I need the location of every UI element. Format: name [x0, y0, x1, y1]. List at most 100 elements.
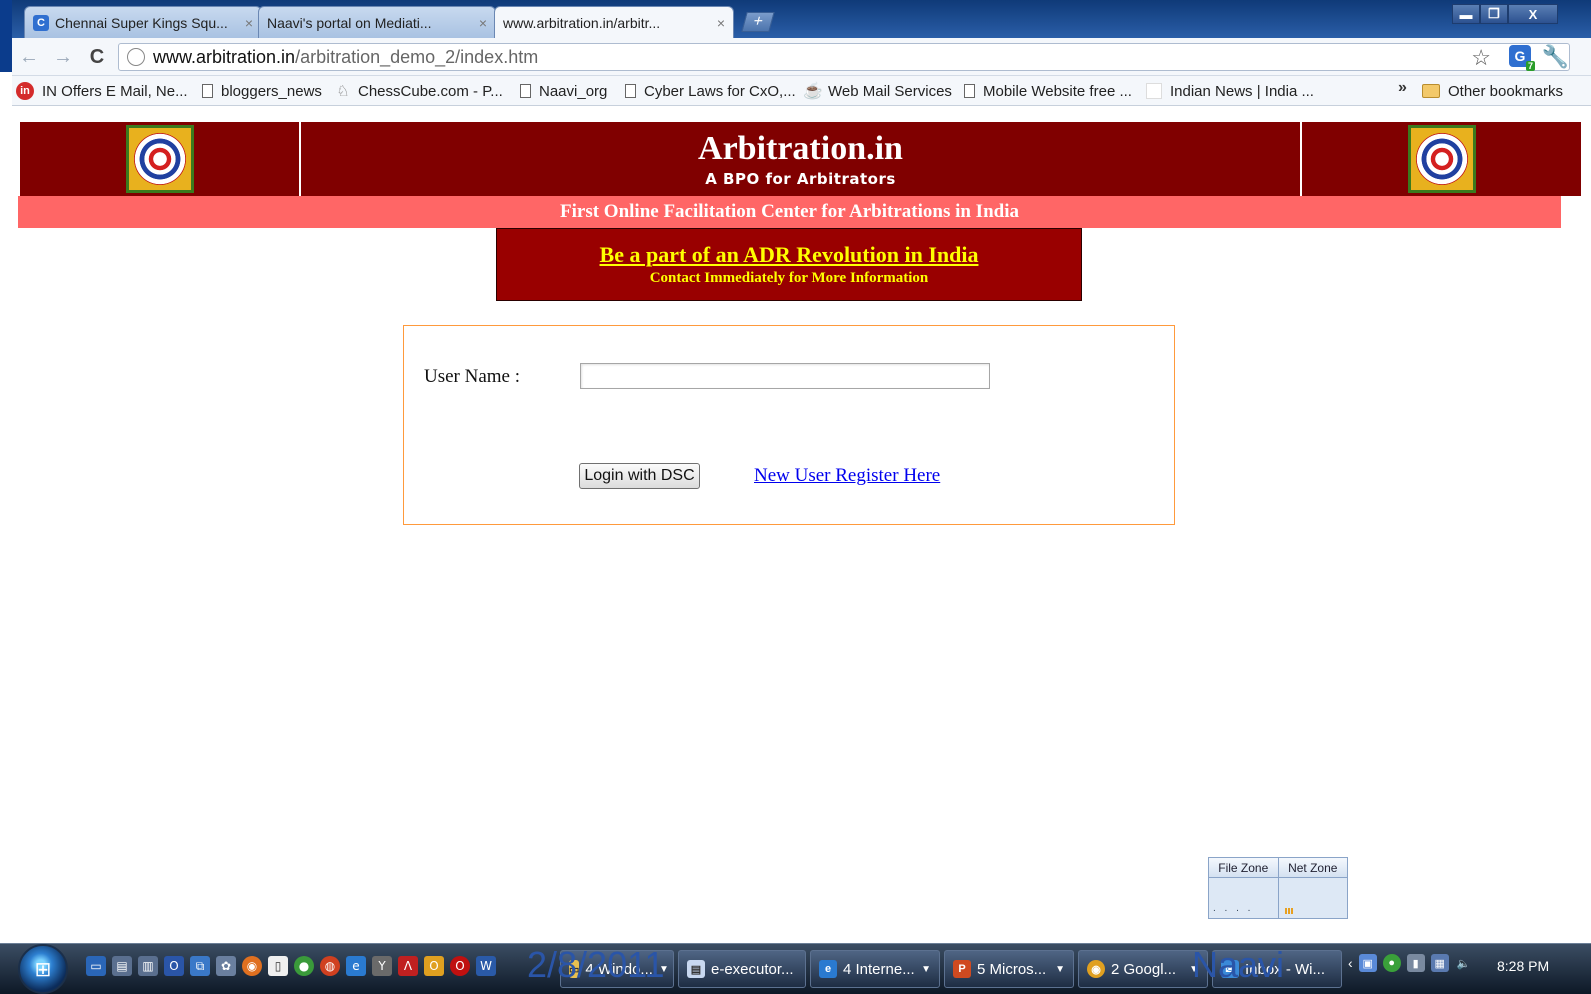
- doc-icon: [202, 84, 213, 98]
- taskbar-clock[interactable]: 8:28 PM: [1497, 958, 1549, 974]
- username-input[interactable]: [580, 363, 990, 389]
- tray-expand-icon[interactable]: ‹: [1348, 955, 1353, 971]
- bookmark-bloggers-news[interactable]: bloggers_news: [202, 81, 322, 101]
- tab-naavi-portal[interactable]: Naavi's portal on Mediati... ×: [258, 6, 496, 38]
- start-button[interactable]: ⊞: [18, 944, 68, 994]
- sub-banner: First Online Facilitation Center for Arb…: [18, 196, 1561, 228]
- network-icon[interactable]: ▦: [1430, 954, 1449, 972]
- tray-power-icon[interactable]: ▮: [1406, 954, 1425, 972]
- header-right-cell: [1302, 122, 1581, 196]
- bookmark-in-offers[interactable]: in IN Offers E Mail, Ne...: [16, 81, 188, 101]
- notepad-icon: ▤: [687, 960, 705, 978]
- powerpoint-icon: P: [953, 960, 971, 978]
- login-with-dsc-button[interactable]: Login with DSC: [579, 463, 700, 489]
- window-switch-icon[interactable]: ⧉: [190, 956, 210, 976]
- show-desktop-icon[interactable]: ▭: [86, 956, 106, 976]
- bookmarks-bar: in IN Offers E Mail, Ne... bloggers_news…: [12, 76, 1591, 106]
- new-tab-button[interactable]: +: [741, 12, 775, 32]
- login-form: User Name : Login with DSC New User Regi…: [403, 325, 1175, 525]
- bookmark-label: Indian News | India ...: [1170, 82, 1314, 100]
- close-tab-icon[interactable]: ×: [717, 15, 725, 31]
- bookmark-cyber-laws[interactable]: Cyber Laws for CxO,...: [625, 81, 796, 101]
- acrobat-icon[interactable]: Λ: [398, 956, 418, 976]
- task-microsoft-office[interactable]: P 5 Micros... ▼: [944, 950, 1074, 988]
- quick-launch: ▭ ▤ ▥ O ⧉ ✿ ◉ ▯ ● ◍ e Y Λ O O W: [86, 956, 496, 976]
- back-button[interactable]: ←: [18, 46, 40, 68]
- forward-button[interactable]: →: [52, 46, 74, 68]
- outlook-express-icon[interactable]: O: [424, 956, 444, 976]
- tab-arbitration[interactable]: www.arbitration.in/arbitr... ×: [494, 6, 734, 38]
- doc-icon: [625, 84, 636, 98]
- close-tab-icon[interactable]: ×: [245, 15, 253, 31]
- ie-icon: e: [819, 960, 837, 978]
- doc-icon: [964, 84, 975, 98]
- header-title-cell: Arbitration.in A BPO for Arbitrators: [301, 122, 1300, 196]
- site-title: Arbitration.in: [698, 130, 903, 167]
- bookmark-web-mail[interactable]: ☕ Web Mail Services: [803, 81, 952, 101]
- tab-chennai-super-kings[interactable]: C Chennai Super Kings Squ... ×: [24, 6, 262, 38]
- window-controls: ▬ ❐ X: [1452, 4, 1558, 24]
- outlook-icon[interactable]: O: [164, 956, 184, 976]
- bookmark-label: Naavi_org: [539, 82, 608, 100]
- bookmark-naavi-org[interactable]: Naavi_org: [520, 81, 607, 101]
- bookmark-chesscube[interactable]: ♘ ChessCube.com - P...: [336, 81, 503, 101]
- ie-icon[interactable]: e: [346, 956, 366, 976]
- volume-icon[interactable]: 🔈: [1455, 954, 1473, 972]
- bookmark-mobile-website[interactable]: Mobile Website free ...: [964, 81, 1132, 101]
- in-icon: in: [16, 82, 34, 100]
- yantra-logo-icon: [1407, 125, 1476, 193]
- net-zone-graph: [1279, 878, 1348, 918]
- bookmark-star-icon[interactable]: ☆: [1471, 45, 1491, 71]
- wrench-icon[interactable]: 🔧: [1542, 44, 1569, 70]
- new-user-register-link[interactable]: New User Register Here: [754, 465, 940, 487]
- screen: C Chennai Super Kings Squ... × Naavi's p…: [0, 0, 1591, 994]
- bookmark-label: Mobile Website free ...: [983, 82, 1132, 100]
- task-google-chrome[interactable]: ◉ 2 Googl... ▼: [1078, 950, 1208, 988]
- filter-icon[interactable]: Y: [372, 956, 392, 976]
- bookmark-label: Cyber Laws for CxO,...: [644, 82, 796, 100]
- tray-globe-icon[interactable]: ●: [1382, 954, 1401, 972]
- task-internet-explorer[interactable]: e 4 Interne... ▼: [810, 950, 940, 988]
- page-content: Arbitration.in A BPO for Arbitrators Fir…: [0, 107, 1591, 943]
- other-bookmarks[interactable]: Other bookmarks: [1422, 81, 1563, 101]
- task-e-executor[interactable]: ▤ e-executor...: [678, 950, 806, 988]
- bookmark-indian-news[interactable]: Indian News | India ...: [1146, 81, 1314, 101]
- chrome-alt-icon[interactable]: ●: [294, 956, 314, 976]
- firefox-icon[interactable]: ◉: [242, 956, 262, 976]
- zone-widget-body: . . . .: [1209, 878, 1347, 918]
- address-bar[interactable]: www.arbitration.in/arbitration_demo_2/in…: [118, 43, 1570, 71]
- close-window-button[interactable]: X: [1508, 4, 1558, 24]
- chess-icon: ♘: [336, 83, 350, 100]
- printer-icon[interactable]: ▤: [112, 956, 132, 976]
- adr-contact-text: Contact Immediately for More Information: [649, 270, 929, 286]
- reload-button[interactable]: C: [86, 46, 108, 68]
- globe-icon: [127, 48, 145, 66]
- doc-icon: [520, 84, 531, 98]
- chrome-icon[interactable]: ◍: [320, 956, 340, 976]
- minimize-button[interactable]: ▬: [1452, 4, 1480, 24]
- tray-app-icon[interactable]: ▣: [1358, 954, 1377, 972]
- task-label: e-executor...: [711, 960, 794, 978]
- tab-label: www.arbitration.in/arbitr...: [503, 14, 661, 31]
- adr-revolution-link[interactable]: Be a part of an ADR Revolution in India: [600, 242, 979, 268]
- java-icon: ☕: [803, 83, 823, 100]
- zone-widget[interactable]: File Zone Net Zone . . . .: [1208, 857, 1348, 919]
- document-icon[interactable]: ▥: [138, 956, 158, 976]
- close-tab-icon[interactable]: ×: [479, 15, 487, 31]
- url-path: /arbitration_demo_2/index.htm: [295, 46, 539, 67]
- bookmark-label: IN Offers E Mail, Ne...: [42, 82, 188, 100]
- opera-icon[interactable]: O: [450, 956, 470, 976]
- blank-page-icon[interactable]: ▯: [268, 956, 288, 976]
- system-tray: ‹ ▣ ● ▮ ▦ 🔈: [1348, 954, 1473, 972]
- restore-button[interactable]: ❐: [1480, 4, 1508, 24]
- settings-icon[interactable]: ✿: [216, 956, 236, 976]
- tab-label: Naavi's portal on Mediati...: [267, 14, 432, 31]
- word-icon[interactable]: W: [476, 956, 496, 976]
- chrome-icon: ◉: [1087, 960, 1105, 978]
- bookmark-label: Web Mail Services: [828, 82, 952, 100]
- bookmarks-overflow-button[interactable]: »: [1398, 79, 1407, 97]
- net-zone-label: Net Zone: [1278, 858, 1347, 877]
- header-left-cell: [20, 122, 299, 196]
- extension-icon[interactable]: G7: [1509, 45, 1535, 71]
- file-zone-label: File Zone: [1209, 858, 1279, 877]
